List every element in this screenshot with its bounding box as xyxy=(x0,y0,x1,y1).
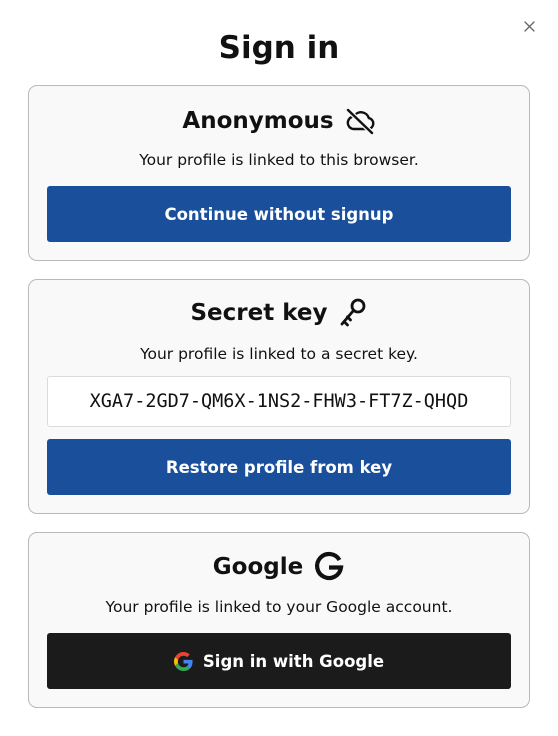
restore-profile-label: Restore profile from key xyxy=(165,457,393,477)
secret-key-card: Secret key Your profile is linked to a s… xyxy=(28,279,530,514)
cloud-off-icon xyxy=(344,107,376,135)
secret-key-description: Your profile is linked to a secret key. xyxy=(140,345,418,363)
google-card: Google Your profile is linked to your Go… xyxy=(28,532,530,708)
google-heading-label: Google xyxy=(212,554,304,580)
anonymous-heading-label: Anonymous xyxy=(182,108,334,134)
secret-key-heading-label: Secret key xyxy=(190,300,328,326)
continue-without-signup-button[interactable]: Continue without signup xyxy=(47,186,511,242)
key-icon xyxy=(338,297,368,329)
google-heading: Google xyxy=(29,550,529,584)
continue-without-signup-label: Continue without signup xyxy=(164,204,394,224)
sign-in-with-google-button[interactable]: Sign in with Google xyxy=(47,633,511,689)
google-g-icon xyxy=(313,551,345,583)
dialog-title: Sign in xyxy=(218,30,340,66)
anonymous-heading: Anonymous xyxy=(29,104,529,138)
anonymous-description: Your profile is linked to this browser. xyxy=(139,151,419,169)
google-description: Your profile is linked to your Google ac… xyxy=(105,598,453,616)
restore-profile-button[interactable]: Restore profile from key xyxy=(47,439,511,495)
google-logo-icon xyxy=(173,651,193,671)
secret-key-heading: Secret key xyxy=(29,296,529,330)
anonymous-card: Anonymous Your profile is linked to this… xyxy=(28,85,530,261)
secret-key-field[interactable] xyxy=(47,376,511,427)
sign-in-with-google-label: Sign in with Google xyxy=(202,651,385,671)
